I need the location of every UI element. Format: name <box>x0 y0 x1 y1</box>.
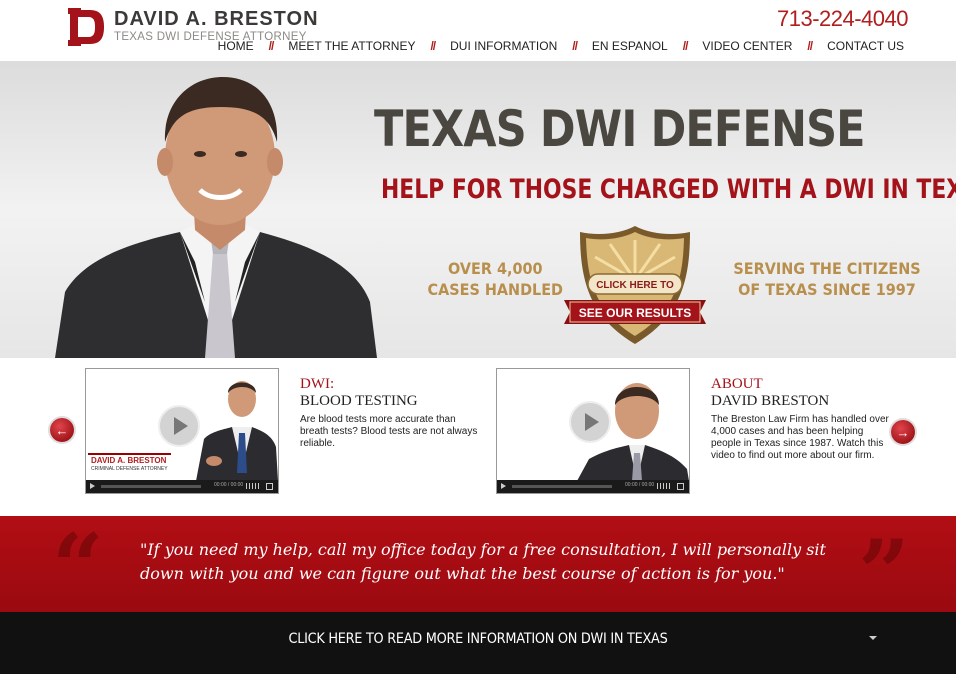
video-player-about[interactable]: 00:00 / 00:00 <box>496 368 690 494</box>
video-description-about: ABOUT DAVID BRESTON The Breston Law Firm… <box>711 376 891 462</box>
progress-track[interactable] <box>512 485 612 488</box>
nav-meet-the-attorney[interactable]: MEET THE ATTORNEY <box>286 39 417 53</box>
video-description: Are blood tests more accurate than breat… <box>300 414 478 449</box>
open-quote-icon: “ <box>52 514 104 620</box>
quote-text: "If you need my help, call my office tod… <box>140 540 826 583</box>
stat-line: CASES HANDLED <box>427 280 564 299</box>
hero-banner: TEXAS DWI DEFENSE HELP FOR THOSE CHARGED… <box>0 62 956 358</box>
nav-dui-information[interactable]: DUI INFORMATION <box>448 39 559 53</box>
attorney-photo <box>55 77 377 358</box>
play-control-icon[interactable] <box>501 483 506 489</box>
video-player-blood-testing[interactable]: DAVID A. BRESTON CRIMINAL DEFENSE ATTORN… <box>85 368 279 494</box>
hero-subtitle: HELP FOR THOSE CHARGED WITH A DWI IN TEX… <box>381 174 956 205</box>
video-name-overlay: DAVID A. BRESTON CRIMINAL DEFENSE ATTORN… <box>88 453 171 475</box>
play-icon[interactable] <box>158 405 200 447</box>
nav-separator: // <box>268 39 275 53</box>
badge-main-text: SEE OUR RESULTS <box>579 306 691 320</box>
video-description-blood-testing: DWI: BLOOD TESTING Are blood tests more … <box>300 376 480 450</box>
fullscreen-icon[interactable] <box>266 483 273 490</box>
stat-line: OF TEXAS SINCE 1997 <box>738 280 916 299</box>
video-kicker: DWI: <box>300 376 335 392</box>
badge-top-text: CLICK HERE TO <box>596 280 674 291</box>
nav-separator: // <box>430 39 436 53</box>
video-carousel: ← DAVID A. BRESTON CRIMINAL DEFENSE ATTO… <box>0 358 956 516</box>
phone-number[interactable]: 713-224-4040 <box>777 6 909 32</box>
chevron-down-icon[interactable] <box>869 636 877 640</box>
see-our-results-badge[interactable]: CLICK HERE TO SEE OUR RESULTS <box>560 222 710 347</box>
nav-separator: // <box>807 39 813 53</box>
footer-bar: CLICK HERE TO READ MORE INFORMATION ON D… <box>0 612 956 674</box>
nav-separator: // <box>682 39 689 53</box>
carousel-next-arrow-icon[interactable]: → <box>891 420 915 444</box>
nav-video-center[interactable]: VIDEO CENTER <box>700 39 794 53</box>
close-quote-icon: ” <box>858 520 910 626</box>
video-description: The Breston Law Firm has handled over 4,… <box>711 414 889 461</box>
video-title[interactable]: DAVID BRESTON <box>711 392 891 410</box>
video-screen <box>497 369 689 481</box>
fullscreen-icon[interactable] <box>677 483 684 490</box>
site-header: DAVID A. BRESTON TEXAS DWI DEFENSE ATTOR… <box>0 0 956 62</box>
hero-title: TEXAS DWI DEFENSE <box>374 100 866 158</box>
video-time: 00:00 / 00:00 <box>625 482 655 488</box>
nav-home[interactable]: HOME <box>216 39 256 53</box>
nav-contact-us[interactable]: CONTACT US <box>825 39 906 53</box>
brand-name[interactable]: DAVID A. BRESTON <box>114 8 319 31</box>
nav-en-espanol[interactable]: EN ESPANOL <box>590 39 670 53</box>
stat-line: SERVING THE CITIZENS <box>733 259 921 278</box>
carousel-prev-arrow-icon[interactable]: ← <box>50 418 74 442</box>
nav-separator: // <box>572 39 578 53</box>
video-time: 00:00 / 00:00 <box>214 482 244 488</box>
testimonial-quote-band: “ "If you need my help, call my office t… <box>0 514 956 620</box>
overlay-subtitle: CRIMINAL DEFENSE ATTORNEY <box>91 466 168 472</box>
progress-track[interactable] <box>101 485 201 488</box>
main-nav: HOME // MEET THE ATTORNEY // DUI INFORMA… <box>216 39 906 53</box>
overlay-name: DAVID A. BRESTON <box>91 456 167 465</box>
video-screen: DAVID A. BRESTON CRIMINAL DEFENSE ATTORN… <box>86 369 278 481</box>
stat-line: OVER 4,000 <box>448 259 543 278</box>
stat-serving-since: SERVING THE CITIZENS OF TEXAS SINCE 1997 <box>733 258 920 300</box>
volume-icon[interactable] <box>246 483 260 489</box>
stat-cases-handled: OVER 4,000 CASES HANDLED <box>428 258 563 300</box>
video-title[interactable]: BLOOD TESTING <box>300 392 480 410</box>
video-controls: 00:00 / 00:00 <box>86 480 278 493</box>
video-controls: 00:00 / 00:00 <box>497 480 689 493</box>
video-kicker: ABOUT <box>711 376 763 392</box>
play-icon[interactable] <box>569 401 611 443</box>
read-more-link[interactable]: CLICK HERE TO READ MORE INFORMATION ON D… <box>38 631 918 647</box>
volume-icon[interactable] <box>657 483 671 489</box>
logo-icon[interactable] <box>68 8 106 46</box>
play-control-icon[interactable] <box>90 483 95 489</box>
